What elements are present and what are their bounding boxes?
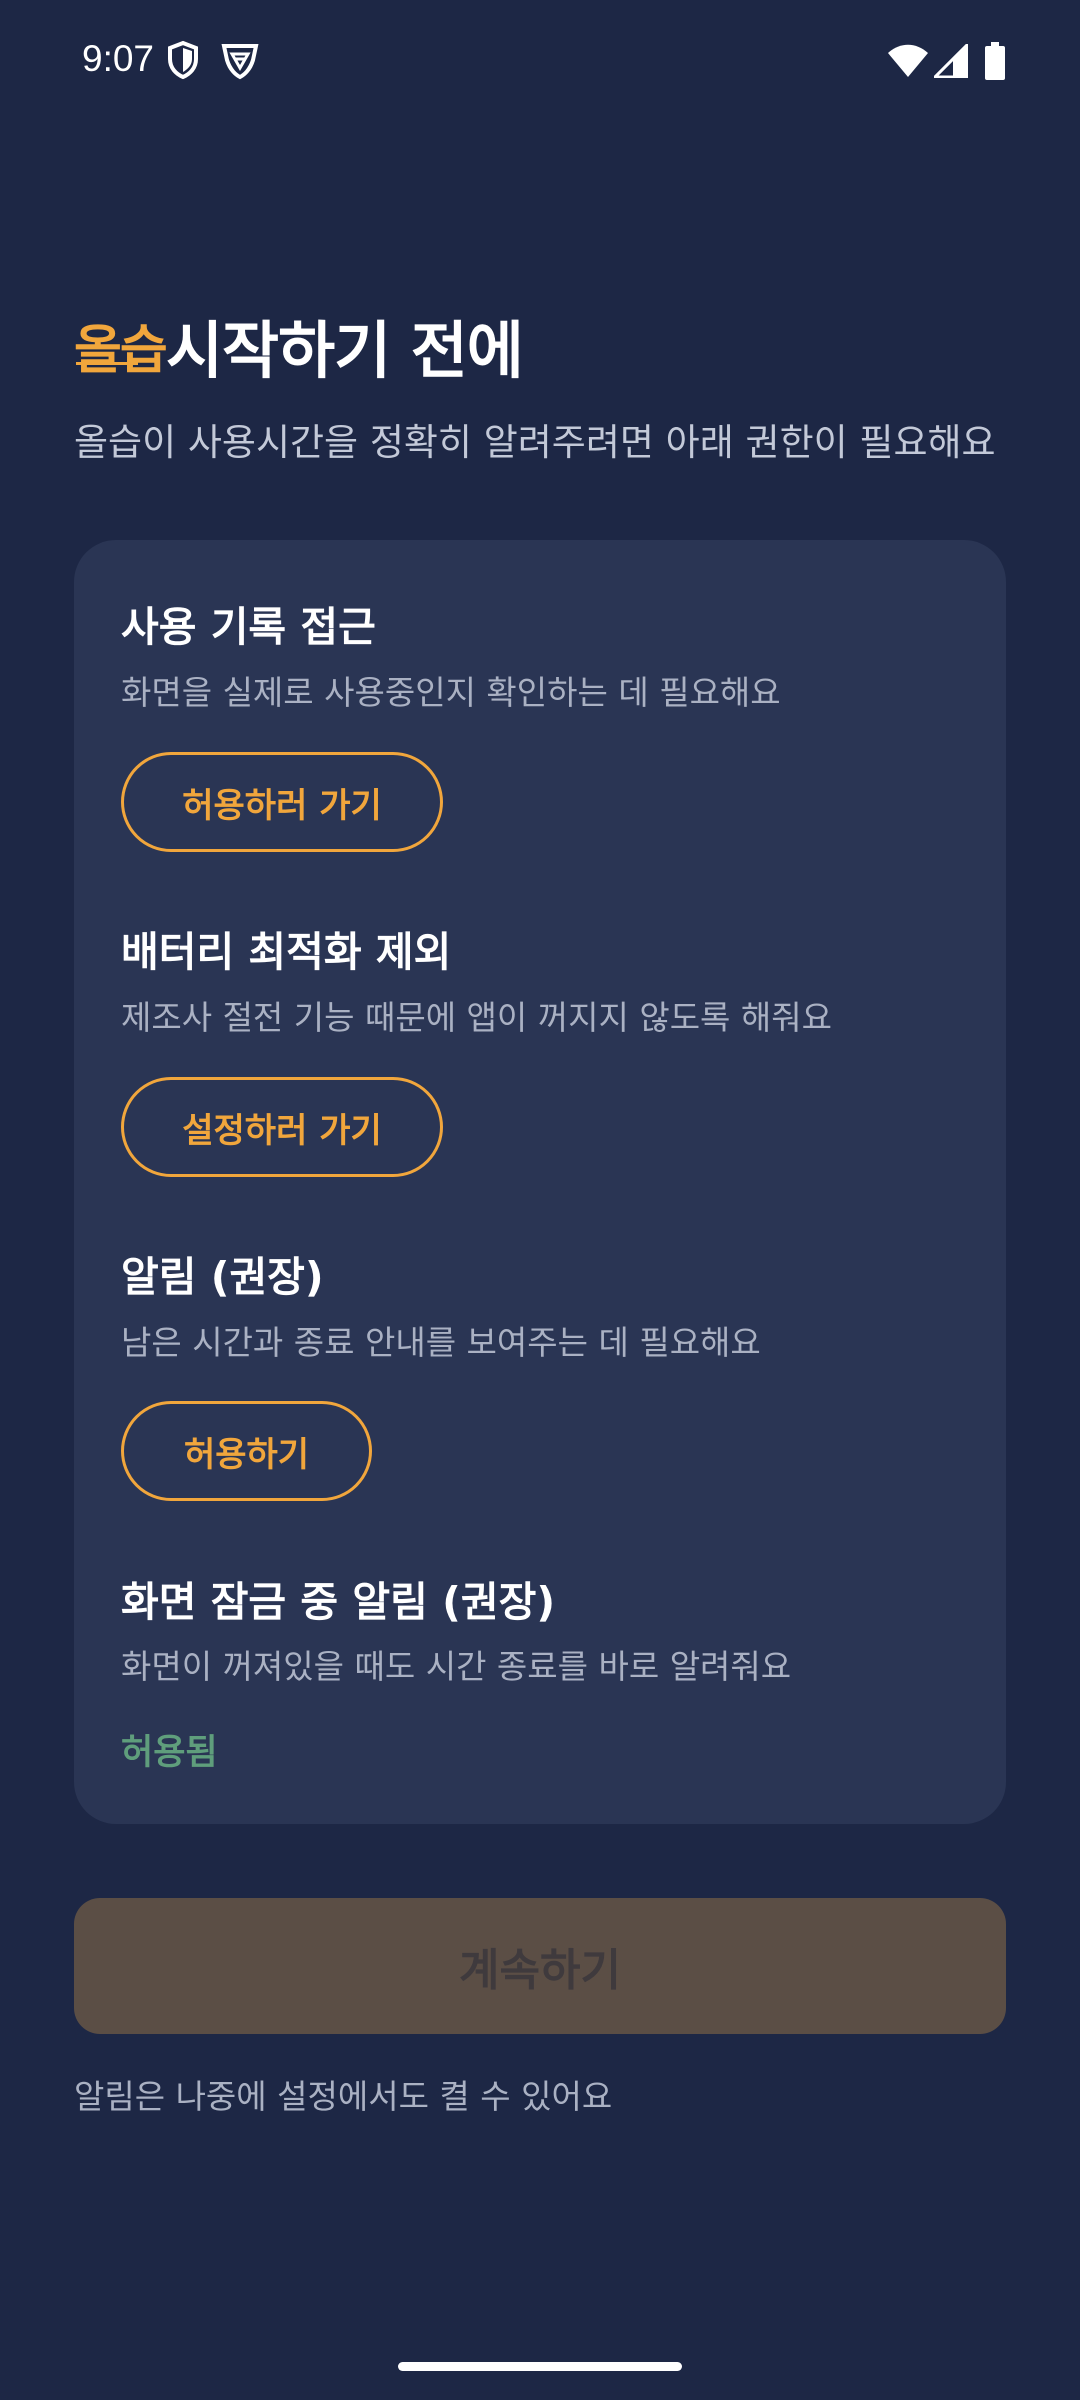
wifi-icon [888, 44, 928, 82]
permissions-card [74, 540, 1006, 1824]
home-indicator[interactable] [398, 2362, 682, 2371]
status-bar: 9:07 [0, 0, 1080, 126]
footer-note: 알림은 나중에 설정에서도 켤 수 있어요 [74, 2077, 613, 2116]
permission-desc-notifications: 남은 시간과 종료 안내를 보여주는 데 필요해요 [121, 1323, 761, 1362]
shield-icon [166, 40, 200, 84]
vpn-shield-icon [220, 40, 260, 84]
permission-desc-lockscreen-notifications: 화면이 꺼져있을 때도 시간 종료를 바로 알려줘요 [121, 1647, 792, 1686]
granted-status-label: 허용됨 [121, 1733, 218, 1773]
permission-title-lockscreen-notifications: 화면 잠금 중 알림 (권장) [121, 1578, 556, 1626]
page-title: 시작하기 전에 [166, 314, 524, 387]
permission-title-battery-optimization: 배터리 최적화 제외 [121, 928, 452, 976]
permission-title-usage-access: 사용 기록 접근 [121, 603, 376, 651]
permission-title-notifications: 알림 (권장) [121, 1253, 324, 1301]
page-subtitle: 올습이 사용시간을 정확히 알려주려면 아래 권한이 필요해요 [74, 421, 996, 464]
app-logo-underline [76, 362, 138, 365]
continue-button[interactable]: 계속하기 [74, 1898, 1006, 2034]
battery-icon [984, 42, 1006, 84]
signal-icon [931, 41, 969, 82]
app-logo: 올습 [74, 321, 168, 381]
battery-settings-button[interactable]: 설정하러 가기 [121, 1077, 443, 1177]
allow-usage-access-button[interactable]: 허용하러 가기 [121, 752, 443, 852]
permission-desc-usage-access: 화면을 실제로 사용중인지 확인하는 데 필요해요 [121, 673, 781, 712]
status-time: 9:07 [82, 38, 155, 79]
permission-desc-battery-optimization: 제조사 절전 기능 때문에 앱이 꺼지지 않도록 해줘요 [121, 998, 832, 1037]
allow-notifications-button[interactable]: 허용하기 [121, 1401, 372, 1501]
